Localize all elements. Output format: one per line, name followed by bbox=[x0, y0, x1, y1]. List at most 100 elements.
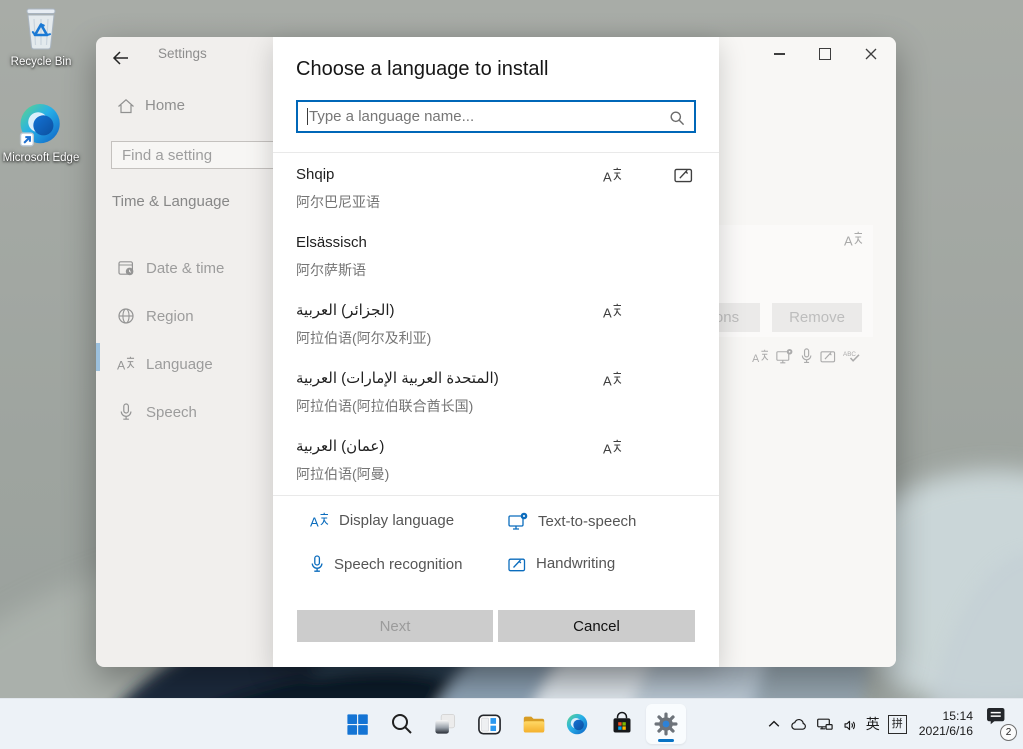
svg-text:A: A bbox=[603, 170, 612, 185]
maximize-button[interactable] bbox=[802, 37, 848, 71]
svg-text:ABC: ABC bbox=[843, 351, 856, 358]
desktop-icon-label: Recycle Bin bbox=[2, 55, 80, 69]
display-language-icon: A bbox=[752, 349, 769, 364]
language-icon: A bbox=[117, 355, 135, 373]
language-name: Shqip bbox=[296, 166, 699, 183]
speech-recognition-icon bbox=[800, 348, 813, 364]
divider bbox=[273, 495, 719, 496]
tray-chevron-up-icon[interactable] bbox=[767, 718, 781, 730]
language-localized-name: 阿拉伯语(阿尔及利亚) bbox=[296, 330, 699, 346]
cancel-button[interactable]: Cancel bbox=[498, 610, 695, 642]
next-button[interactable]: Next bbox=[297, 610, 493, 642]
language-list-item[interactable]: العربية ‎(عمان) 阿拉伯语(阿曼) A bbox=[296, 438, 699, 496]
settings-gear-icon bbox=[653, 711, 679, 737]
language-list-item[interactable]: Shqip 阿尔巴尼亚语 A bbox=[296, 166, 699, 224]
legend-handwriting: Handwriting bbox=[508, 555, 615, 572]
clock[interactable]: 15:14 2021/6/16 bbox=[919, 709, 973, 739]
search-button[interactable] bbox=[382, 704, 422, 744]
desktop-icon-microsoft-edge[interactable]: Microsoft Edge bbox=[2, 101, 80, 165]
edge-icon bbox=[18, 101, 64, 148]
file-explorer-button[interactable] bbox=[514, 704, 554, 744]
task-view-icon bbox=[433, 712, 458, 737]
section-heading: Time & Language bbox=[112, 193, 230, 210]
svg-text:A: A bbox=[117, 359, 126, 373]
language-list-item[interactable]: Elsässisch 阿尔萨斯语 bbox=[296, 234, 699, 292]
onedrive-cloud-icon[interactable] bbox=[789, 717, 808, 731]
calendar-clock-icon bbox=[117, 259, 135, 277]
sidebar-item-label: Date & time bbox=[146, 260, 224, 277]
network-icon[interactable] bbox=[816, 716, 834, 732]
globe-icon bbox=[117, 307, 135, 325]
language-search-box bbox=[296, 100, 696, 133]
microsoft-store-icon bbox=[609, 711, 635, 737]
display-language-icon: A bbox=[603, 167, 622, 184]
windows-logo-icon bbox=[345, 712, 370, 737]
display-language-icon: A bbox=[603, 371, 622, 388]
desktop-icon-recycle-bin[interactable]: Recycle Bin bbox=[2, 6, 80, 69]
text-to-speech-icon bbox=[508, 512, 528, 530]
sidebar-item-label: Region bbox=[146, 308, 194, 325]
desktop-icon-label: Microsoft Edge bbox=[2, 151, 80, 165]
notification-count-badge: 2 bbox=[1000, 724, 1017, 741]
display-language-icon: A bbox=[844, 231, 863, 248]
legend-text-to-speech: Text-to-speech bbox=[508, 512, 636, 530]
handwriting-icon bbox=[820, 349, 836, 363]
microsoft-store-button[interactable] bbox=[602, 704, 642, 744]
language-name: العربية ‎(الجزائر) bbox=[296, 302, 699, 319]
notification-center-button[interactable]: 2 bbox=[985, 707, 1017, 741]
start-button[interactable] bbox=[338, 704, 378, 744]
text-to-speech-icon bbox=[776, 348, 793, 364]
svg-text:A: A bbox=[752, 352, 760, 363]
ime-mode-indicator[interactable]: 拼 bbox=[888, 715, 907, 734]
home-icon bbox=[117, 98, 135, 114]
language-list-item[interactable]: العربية ‎(الجزائر) 阿拉伯语(阿尔及利亚) A bbox=[296, 302, 699, 360]
legend-display-language: A Display language bbox=[310, 512, 454, 529]
handwriting-icon bbox=[674, 166, 693, 183]
edge-button[interactable] bbox=[558, 704, 598, 744]
speech-recognition-icon bbox=[310, 555, 324, 573]
dialog-title: Choose a language to install bbox=[296, 58, 548, 81]
language-name: العربية ‎(عمان) bbox=[296, 438, 699, 455]
file-explorer-icon bbox=[521, 711, 547, 737]
minimize-button[interactable] bbox=[756, 37, 802, 71]
taskbar: 英 拼 15:14 2021/6/16 2 bbox=[0, 698, 1023, 749]
search-icon bbox=[669, 110, 685, 126]
sidebar-item-label: Language bbox=[146, 356, 213, 373]
handwriting-icon bbox=[508, 556, 526, 572]
language-search-input[interactable] bbox=[298, 102, 694, 131]
language-localized-name: 阿拉伯语(阿曼) bbox=[296, 466, 699, 482]
settings-button[interactable] bbox=[646, 704, 686, 744]
search-icon bbox=[390, 712, 414, 736]
sidebar-item-home[interactable]: Home bbox=[117, 97, 185, 114]
edge-icon bbox=[565, 712, 590, 737]
legend-label: Text-to-speech bbox=[538, 513, 636, 530]
legend-label: Display language bbox=[339, 512, 454, 529]
tray-date: 2021/6/16 bbox=[919, 724, 973, 739]
desktop: Recycle Bin Microsoft Edge Settings bbox=[0, 0, 1023, 749]
legend-speech-recognition: Speech recognition bbox=[310, 555, 462, 573]
volume-icon[interactable] bbox=[842, 717, 858, 732]
svg-text:A: A bbox=[603, 306, 612, 321]
language-list-item[interactable]: العربية ‎(الإمارات ‎العربية ‎المتحدة) 阿拉… bbox=[296, 370, 699, 428]
ime-language-indicator[interactable]: 英 bbox=[866, 714, 880, 734]
remove-button[interactable]: Remove bbox=[772, 303, 862, 332]
widgets-icon bbox=[477, 712, 502, 737]
task-view-button[interactable] bbox=[426, 704, 466, 744]
spellcheck-icon: ABC bbox=[843, 349, 861, 363]
window-title: Settings bbox=[158, 46, 207, 61]
close-button[interactable] bbox=[848, 37, 894, 71]
language-localized-name: 阿尔巴尼亚语 bbox=[296, 194, 699, 210]
language-name: العربية ‎(الإمارات ‎العربية ‎المتحدة) bbox=[296, 370, 699, 387]
text-caret bbox=[307, 108, 308, 125]
language-localized-name: 阿尔萨斯语 bbox=[296, 262, 699, 278]
choose-language-dialog: Choose a language to install Shqip 阿尔巴尼亚… bbox=[273, 37, 719, 667]
back-button[interactable] bbox=[112, 43, 144, 73]
svg-text:A: A bbox=[603, 442, 612, 457]
svg-text:A: A bbox=[603, 374, 612, 389]
language-feature-icons: A ABC bbox=[752, 348, 861, 364]
language-localized-name: 阿拉伯语(阿拉伯联合酋长国) bbox=[296, 398, 699, 414]
legend-label: Handwriting bbox=[536, 555, 615, 572]
language-name: Elsässisch bbox=[296, 234, 699, 251]
widgets-button[interactable] bbox=[470, 704, 510, 744]
sidebar-item-label: Home bbox=[145, 97, 185, 114]
